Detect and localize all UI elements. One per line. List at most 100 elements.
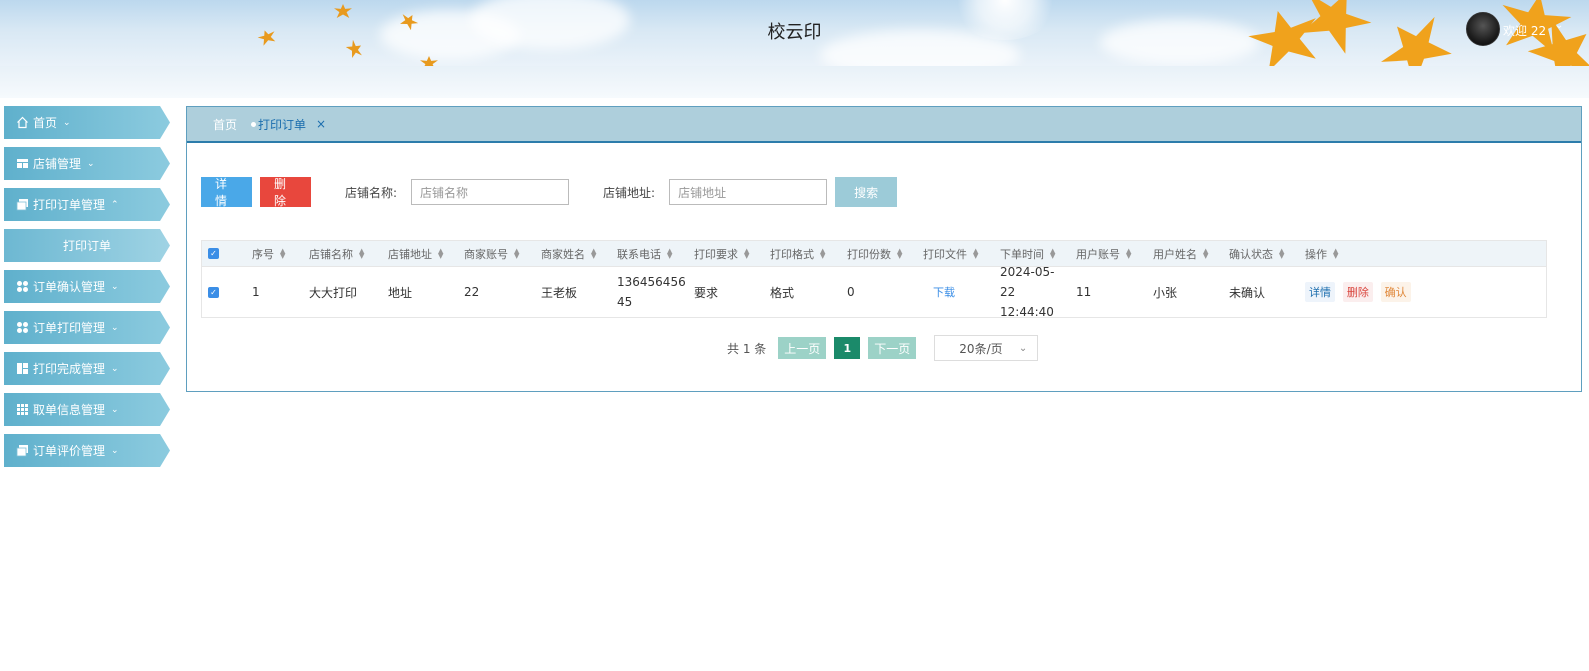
files-icon [16, 198, 29, 211]
sidebar-item-store-management[interactable]: 店铺管理 ⌄ [4, 147, 170, 180]
sidebar-item-label: 打印订单管理 [33, 198, 106, 212]
tab-home[interactable]: 首页 [213, 116, 237, 133]
sort-icon[interactable]: ▲ ▼ [1279, 247, 1284, 259]
column-header[interactable]: 用户账号 ▲ ▼ [1076, 246, 1153, 262]
shop-address-input[interactable]: 店铺地址 [669, 179, 828, 205]
toolbar: 详情 删除 店铺名称: 店铺名称 店铺地址: 店铺地址 搜索 [201, 177, 898, 208]
table-row[interactable]: ✓ 1 大大打印 地址 22 王老板 13645645645 要求 格式 0 下… [202, 265, 1546, 319]
sort-icon[interactable]: ▲ ▼ [1333, 247, 1338, 259]
page-size-select[interactable]: 20条/页 ⌄ [934, 335, 1039, 361]
tab-print-order[interactable]: 打印订单 [258, 116, 306, 133]
column-header[interactable]: 用户姓名 ▲ ▼ [1153, 246, 1229, 262]
cell-index: 1 [252, 285, 260, 299]
sidebar-item-label: 订单打印管理 [33, 321, 106, 335]
column-header[interactable]: 商家姓名 ▲ ▼ [541, 246, 617, 262]
header-label: 联系电话 [617, 247, 661, 261]
sidebar-subitem-print-order[interactable]: 打印订单 [4, 229, 170, 262]
sort-icon[interactable]: ▲ ▼ [667, 247, 672, 259]
apps-icon [16, 403, 29, 416]
header-label: 店铺名称 [309, 247, 353, 261]
cell-order-time: 2024-05-22 12:44:40 [1000, 265, 1055, 319]
cell-shop-name: 大大打印 [309, 285, 358, 300]
search-button[interactable]: 搜索 [835, 177, 898, 207]
sort-icon[interactable]: ▲ ▼ [438, 247, 443, 259]
header-label: 用户姓名 [1153, 247, 1197, 261]
delete-button[interactable]: 删除 [260, 177, 311, 208]
row-checkbox[interactable]: ✓ [208, 286, 219, 298]
next-page-button[interactable]: 下一页 [868, 337, 917, 359]
sidebar-item-order-confirm-management[interactable]: 订单确认管理 ⌄ [4, 270, 170, 303]
row-detail-button[interactable]: 详情 [1305, 282, 1335, 302]
cell-phone: 13645645645 [617, 275, 686, 309]
table-header: ✓ 序号 ▲ ▼ 店铺名称 ▲ ▼ 店铺地址 ▲ ▼ 商家账号 ▲ ▼ 商家姓名 ▲ ▼ 联系电话 ▲… [202, 241, 1546, 267]
row-confirm-button[interactable]: 确认 [1380, 282, 1411, 302]
column-header[interactable]: 商家账号 ▲ ▼ [464, 246, 541, 262]
tab-dot [251, 121, 257, 127]
cell-shop-address: 地址 [388, 285, 413, 300]
sort-icon[interactable]: ▲ ▼ [514, 247, 519, 259]
sidebar-item-label: 取单信息管理 [33, 403, 106, 417]
chevron-down-icon: ⌄ [1018, 342, 1028, 354]
sort-icon[interactable]: ▲ ▼ [1203, 247, 1208, 259]
download-link[interactable]: 下载 [933, 286, 955, 299]
sidebar-item-print-order-management[interactable]: 打印订单管理 ⌃ [4, 188, 170, 221]
column-header[interactable]: 店铺名称 ▲ ▼ [309, 246, 388, 262]
header-label: 打印文件 [923, 247, 967, 261]
sidebar-item-order-print-management[interactable]: 订单打印管理 ⌄ [4, 311, 170, 344]
sort-icon[interactable]: ▲ ▼ [897, 247, 902, 259]
sidebar-item-order-review-management[interactable]: 订单评价管理 ⌄ [4, 434, 170, 467]
column-header[interactable]: 打印格式 ▲ ▼ [770, 246, 847, 262]
close-icon[interactable]: × [316, 117, 326, 131]
column-header[interactable]: 店铺地址 ▲ ▼ [388, 246, 464, 262]
cell-copies: 0 [847, 285, 855, 299]
header-label: 下单时间 [1000, 247, 1044, 261]
column-header[interactable]: 打印要求 ▲ ▼ [694, 246, 770, 262]
sort-icon[interactable]: ▲ ▼ [280, 247, 285, 259]
files-icon [16, 444, 29, 457]
cell-user-name: 小张 [1153, 285, 1178, 300]
sort-icon[interactable]: ▲ ▼ [1050, 247, 1055, 259]
main-panel: 首页 打印订单 × 详情 删除 店铺名称: 店铺名称 店铺地址: 店铺地址 搜索… [186, 106, 1582, 392]
column-header[interactable]: 下单时间 ▲ ▼ [1000, 246, 1076, 262]
column-header[interactable]: 联系电话 ▲ ▼ [617, 246, 694, 262]
header-label: 商家账号 [464, 247, 508, 261]
column-header[interactable]: 打印文件 ▲ ▼ [923, 246, 1000, 262]
tab-bar: 首页 打印订单 × [187, 107, 1581, 143]
column-header[interactable]: 打印份数 ▲ ▼ [847, 246, 923, 262]
sort-icon[interactable]: ▲ ▼ [1126, 247, 1131, 259]
select-all-checkbox[interactable]: ✓ [208, 248, 219, 259]
sidebar-item-print-complete-management[interactable]: 打印完成管理 ⌄ [4, 352, 170, 385]
column-header[interactable]: 序号 ▲ ▼ [252, 246, 309, 262]
shop-name-input[interactable]: 店铺名称 [411, 179, 570, 205]
page-number[interactable]: 1 [834, 337, 861, 359]
page-size-value: 20条/页 [959, 341, 1003, 356]
welcome-text[interactable]: 欢迎 22 [1503, 22, 1546, 39]
row-delete-button[interactable]: 删除 [1342, 282, 1373, 302]
header-label: 打印份数 [847, 247, 891, 261]
sort-icon[interactable]: ▲ ▼ [359, 247, 364, 259]
sort-icon[interactable]: ▲ ▼ [744, 247, 749, 259]
column-header[interactable]: 确认状态 ▲ ▼ [1229, 246, 1305, 262]
sidebar-menu: 首页 ⌄ 店铺管理 ⌄ 打印订单管理 ⌃ 打印订单 订单确认管理 ⌄ 订单打印管… [4, 106, 170, 475]
sort-icon[interactable]: ▲ ▼ [973, 247, 978, 259]
sort-icon[interactable]: ▲ ▼ [820, 247, 825, 259]
sidebar-item-label: 订单评价管理 [33, 444, 106, 458]
sidebar-item-home[interactable]: 首页 ⌄ [4, 106, 170, 139]
cell-merchant-name: 王老板 [541, 285, 578, 300]
prev-page-button[interactable]: 上一页 [778, 337, 827, 359]
shop-address-label: 店铺地址: [603, 185, 656, 200]
sidebar-item-label: 首页 [33, 116, 58, 130]
detail-button[interactable]: 详情 [201, 177, 252, 208]
sort-icon[interactable]: ▲ ▼ [591, 247, 596, 259]
header-label: 用户账号 [1076, 247, 1120, 261]
column-header[interactable]: 操作 ▲ ▼ [1305, 246, 1425, 262]
chevron-down-icon[interactable]: ⌄ [1555, 20, 1563, 31]
chevron-down-icon: ⌄ [111, 281, 119, 292]
shop-name-label: 店铺名称: [345, 185, 398, 200]
sidebar-item-pickup-info-management[interactable]: 取单信息管理 ⌄ [4, 393, 170, 426]
user-avatar[interactable] [1466, 12, 1500, 46]
cell-merchant-account: 22 [464, 285, 480, 299]
grid-icon [16, 280, 29, 293]
sidebar-item-label: 店铺管理 [33, 157, 82, 171]
chevron-down-icon: ⌄ [111, 404, 119, 415]
